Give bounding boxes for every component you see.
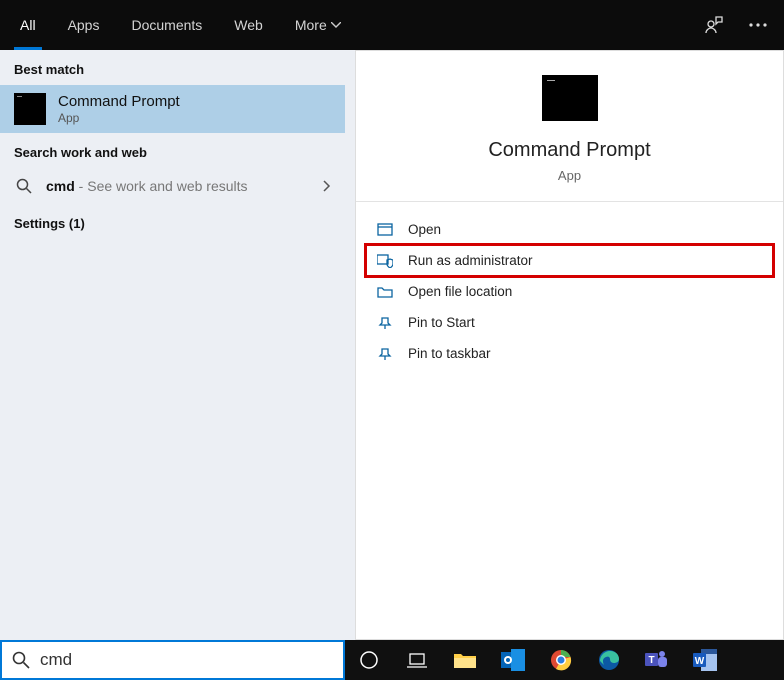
ellipsis-icon [749,23,767,27]
action-pin-to-taskbar[interactable]: Pin to taskbar [366,338,773,369]
result-title: Command Prompt [58,93,331,110]
preview-header: Command Prompt App [356,51,783,202]
action-run-as-administrator[interactable]: Run as administrator [366,245,773,276]
search-input[interactable] [40,650,333,670]
preview-title: Command Prompt [356,139,783,162]
action-pin-to-start[interactable]: Pin to Start [366,307,773,338]
teams-button[interactable]: T [639,644,675,676]
best-match-label: Best match [0,50,345,85]
tab-more-label: More [295,17,327,33]
search-bar[interactable] [0,640,345,680]
svg-text:T: T [648,655,654,666]
tab-more[interactable]: More [279,0,357,50]
web-search-text: cmd - See work and web results [46,178,311,194]
tab-documents[interactable]: Documents [115,0,218,50]
action-pin-start-label: Pin to Start [408,315,475,330]
person-feedback-icon [704,15,724,35]
feedback-button[interactable] [692,0,736,50]
chrome-icon [550,649,572,671]
command-prompt-icon [542,75,598,121]
tab-all[interactable]: All [4,0,52,50]
file-explorer-button[interactable] [447,644,483,676]
action-open-file-location[interactable]: Open file location [366,276,773,307]
open-icon [376,223,394,237]
tab-apps[interactable]: Apps [52,0,116,50]
chrome-button[interactable] [543,644,579,676]
actions-list: Open Run as administrator Open file loca… [356,202,783,381]
result-command-prompt[interactable]: Command Prompt App [0,85,345,133]
cortana-button[interactable] [351,644,387,676]
pin-icon [376,347,394,361]
action-pin-taskbar-label: Pin to taskbar [408,346,491,361]
web-search-item[interactable]: cmd - See work and web results [0,168,345,204]
task-view-button[interactable] [399,644,435,676]
admin-shield-icon [376,254,394,268]
chevron-right-icon [323,180,331,192]
search-section-label: Search work and web [0,133,345,168]
search-tabs-bar: All Apps Documents Web More [0,0,784,50]
result-subtitle: App [58,111,331,125]
search-icon [12,651,30,669]
results-pane: Best match Command Prompt App Search wor… [0,50,345,640]
word-icon: W [693,649,717,671]
more-options-button[interactable] [736,0,780,50]
preview-pane-wrap: Command Prompt App Open Run as administr… [345,50,784,640]
taskbar: T W [345,640,784,680]
folder-icon [453,651,477,669]
tab-web[interactable]: Web [218,0,279,50]
folder-icon [376,285,394,299]
pin-icon [376,316,394,330]
preview-subtitle: App [356,168,783,183]
action-run-admin-label: Run as administrator [408,253,533,268]
search-icon [14,178,34,194]
action-open-label: Open [408,222,441,237]
cortana-icon [359,650,379,670]
edge-icon [598,649,620,671]
word-button[interactable]: W [687,644,723,676]
task-view-icon [406,652,428,668]
edge-button[interactable] [591,644,627,676]
command-prompt-icon [14,93,46,125]
settings-section[interactable]: Settings (1) [0,204,345,243]
teams-icon: T [645,649,669,671]
svg-text:W: W [695,656,705,667]
outlook-icon [501,649,525,671]
action-open-location-label: Open file location [408,284,512,299]
outlook-button[interactable] [495,644,531,676]
action-open[interactable]: Open [366,214,773,245]
chevron-down-icon [331,22,341,28]
